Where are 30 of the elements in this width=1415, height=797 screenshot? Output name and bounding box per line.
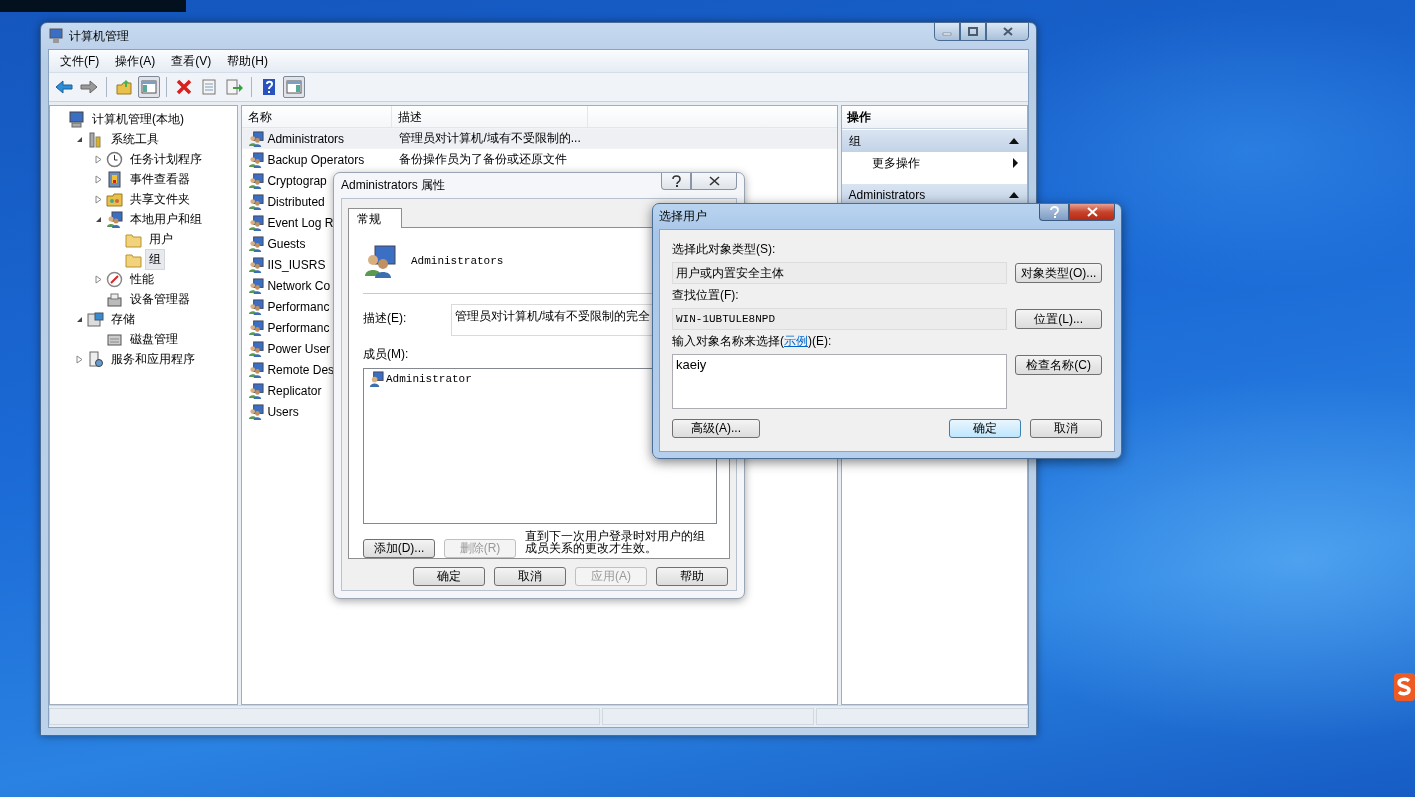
field-label: 输入对象名称来选择(示例)(E):	[672, 333, 833, 350]
group-name: Guests	[267, 236, 306, 251]
window-title: 计算机管理	[69, 27, 129, 45]
group-name: Administrators	[411, 254, 504, 267]
field-label: 描述(E):	[363, 309, 408, 327]
section-title: Administrators	[848, 188, 926, 202]
group-name: Performanc	[267, 320, 330, 335]
group-name: Distributed	[267, 194, 325, 209]
field-label: 成员(M):	[363, 345, 409, 363]
group-name: Event Log R	[267, 215, 334, 230]
field-label: 选择此对象类型(S):	[672, 241, 777, 258]
field-label: 查找位置(F):	[672, 287, 740, 304]
group-name: Replicator	[267, 383, 322, 398]
group-name: Power User	[267, 341, 331, 356]
group-name: Performanc	[267, 299, 330, 314]
group-description: 备份操作员为了备份或还原文件	[398, 151, 569, 168]
group-name: Network Co	[267, 278, 331, 293]
group-name: Users	[267, 404, 299, 419]
group-description: 管理员对计算机/域有不受限制的...	[398, 130, 582, 147]
dialog-title: Administrators 属性	[341, 177, 446, 194]
group-name: Cryptograp	[267, 173, 327, 188]
note-text: 直到下一次用户登录时对用户的组成员关系的更改才生效。	[525, 530, 706, 554]
dialog-title: 选择用户	[659, 208, 707, 225]
section-title: 组	[848, 132, 861, 150]
group-name: Backup Operators	[267, 152, 365, 167]
group-name: Remote Des	[267, 362, 335, 377]
group-name: Administrators	[267, 131, 345, 146]
group-name: IIS_IUSRS	[267, 257, 326, 272]
member-name: Administrator	[386, 372, 472, 385]
action-label: 更多操作	[871, 154, 920, 172]
